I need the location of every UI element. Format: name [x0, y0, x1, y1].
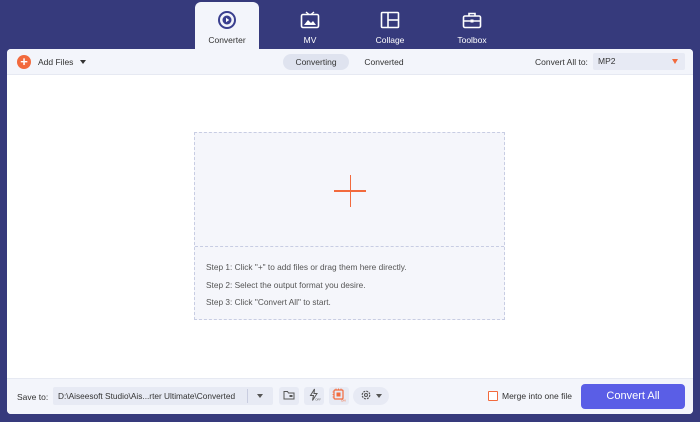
add-icon: + — [17, 55, 31, 69]
folder-icon — [283, 390, 295, 402]
toolbox-icon — [460, 8, 484, 32]
instructions: Step 1: Click "+" to add files or drag t… — [206, 262, 407, 315]
add-files-button[interactable]: + Add Files — [17, 54, 87, 70]
converter-toolbar: + Add Files Converting Converted Convert… — [7, 49, 693, 75]
tab-collage-label: Collage — [375, 35, 405, 45]
converter-icon — [215, 8, 239, 32]
chevron-down-icon — [376, 394, 382, 398]
gear-icon — [360, 389, 372, 403]
convert-all-to-label: Convert All to: — [535, 57, 588, 67]
instruction-step-1: Step 1: Click "+" to add files or drag t… — [206, 262, 407, 272]
collage-icon — [378, 8, 402, 32]
tab-converter[interactable]: Converter — [195, 2, 259, 49]
tab-collage[interactable]: Collage — [358, 2, 422, 49]
add-file-area[interactable] — [195, 133, 504, 247]
save-path-select[interactable]: D:\Aiseesoft Studio\Ais...rter Ultimate\… — [53, 387, 273, 405]
convert-all-button[interactable]: Convert All — [581, 384, 685, 409]
tab-converter-label: Converter — [208, 35, 246, 45]
svg-text:ON: ON — [341, 399, 346, 403]
instruction-step-3: Step 3: Click "Convert All" to start. — [206, 297, 331, 307]
bottom-bar: Save to: D:\Aiseesoft Studio\Ais...rter … — [7, 378, 693, 414]
tab-mv[interactable]: MV — [278, 2, 342, 49]
save-to-label: Save to: — [17, 392, 49, 402]
hardware-acceleration-button[interactable]: OFF — [304, 387, 324, 405]
converter-panel: + Add Files Converting Converted Convert… — [7, 49, 693, 414]
save-path-value: D:\Aiseesoft Studio\Ais...rter Ultimate\… — [58, 391, 236, 401]
settings-button[interactable] — [353, 387, 389, 405]
mv-icon — [298, 8, 322, 32]
add-files-label: Add Files — [38, 57, 74, 67]
output-format-select[interactable]: MP2 — [593, 53, 685, 70]
open-folder-button[interactable] — [279, 387, 299, 405]
tab-toolbox-label: Toolbox — [457, 35, 487, 45]
file-drop-zone[interactable]: Step 1: Click "+" to add files or drag t… — [194, 132, 505, 320]
svg-text:OFF: OFF — [315, 398, 321, 402]
divider — [247, 389, 248, 403]
chevron-down-icon — [672, 59, 678, 64]
add-files-dropdown-caret[interactable] — [80, 60, 87, 64]
plus-icon-vertical — [349, 175, 351, 207]
cpu-acceleration-button[interactable]: ON — [329, 387, 349, 405]
top-navigation: Converter MV Collage Toolbox — [0, 0, 700, 49]
tab-converted[interactable]: Converted — [358, 54, 410, 70]
merge-checkbox[interactable] — [488, 391, 498, 401]
cpu-on-icon: ON — [332, 388, 346, 404]
merge-into-one-file[interactable]: Merge into one file — [488, 391, 572, 401]
lightning-off-icon: OFF — [307, 388, 321, 404]
output-format-value: MP2 — [598, 56, 616, 66]
tab-toolbox[interactable]: Toolbox — [440, 2, 504, 49]
instruction-step-2: Step 2: Select the output format you des… — [206, 279, 366, 290]
tab-mv-label: MV — [303, 35, 317, 45]
merge-label: Merge into one file — [502, 391, 572, 401]
tab-converting[interactable]: Converting — [283, 54, 349, 70]
chevron-down-icon[interactable] — [257, 394, 263, 398]
